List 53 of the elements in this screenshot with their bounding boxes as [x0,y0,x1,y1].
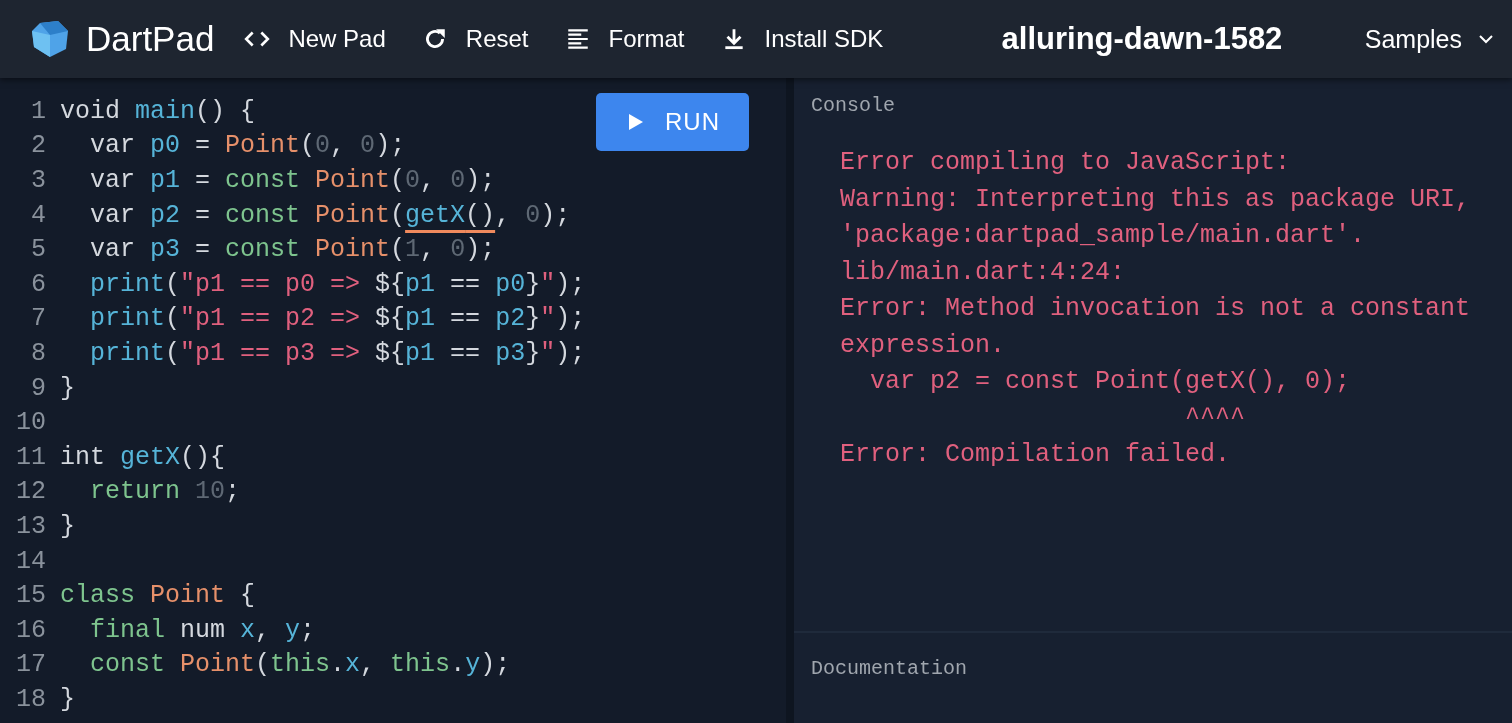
line-number: 9 [30,373,47,403]
console-line: lib/main.dart:4:24: [840,256,1127,289]
code-line: var p3 = const Point(1, 0); [89,235,496,265]
app-title: DartPad [86,19,215,59]
console-line: ^^^^ [1184,402,1247,435]
line-number: 5 [30,235,47,265]
line-number: 13 [15,511,47,541]
code-line: print("p1 == p0 => ${p1 == p0}"); [89,269,586,299]
code-line: } [60,684,75,714]
code-line: var p2 = const Point(getX(), 0); [89,200,571,230]
samples-dropdown[interactable]: Samples [1364,24,1496,54]
line-number: 7 [30,304,47,334]
console-line: var p2 = const Point(getX(), 0); [869,366,1352,398]
console-line: Error compiling to JavaScript: [840,147,1292,179]
console-line: Error: Method invocation is not a constant [840,293,1472,325]
line-number: 8 [30,338,47,368]
code-line: void main() { [60,96,256,126]
code-line: final num x, y; [89,615,316,645]
toolbar-button[interactable]: Reset [421,25,529,53]
code-line: var p1 = const Point(0, 0); [89,166,496,195]
line-number: 15 [15,581,47,611]
code-line: var p0 = Point(0, 0); [89,131,406,161]
code-line: print("p1 == p2 => ${p1 == p2}"); [89,304,586,334]
line-number: 17 [15,650,47,680]
toolbar-button[interactable]: Format [564,25,685,53]
console-line: Error: Compilation failed. [840,439,1232,471]
console-line: expression. [840,329,1007,362]
code-line: } [60,373,75,403]
line-number: 14 [15,546,47,576]
code-line: class Point { [60,581,256,611]
code-line: print("p1 == p3 => ${p1 == p3}"); [89,338,586,368]
code-line: return 10; [89,477,241,507]
panel-title: Console [811,94,896,117]
code-line: const Point(this.x, this.y); [89,650,511,680]
console-line: Warning: Interpreting this as package URI, [840,183,1472,216]
pad-title: alluring-dawn-1582 [1000,21,1284,57]
panel-title: Documentation [811,657,969,680]
line-number: 18 [15,684,47,714]
code-line: int getX(){ [60,442,226,472]
line-number: 16 [15,615,47,645]
line-number: 12 [15,477,47,507]
line-number: 4 [30,200,47,230]
toolbar-button[interactable]: New Pad [244,25,386,53]
run-button[interactable]: RUN [596,93,749,151]
line-number: 3 [30,166,47,195]
line-number: 11 [15,442,47,472]
line-number: 1 [30,96,47,126]
code-line: } [60,511,75,541]
toolbar-button[interactable]: Install SDK [720,25,884,53]
console-line: 'package:dartpad_sample/main.dart'. [840,220,1367,252]
line-number: 6 [30,269,47,299]
line-number: 10 [15,408,47,438]
line-number: 2 [30,131,47,161]
